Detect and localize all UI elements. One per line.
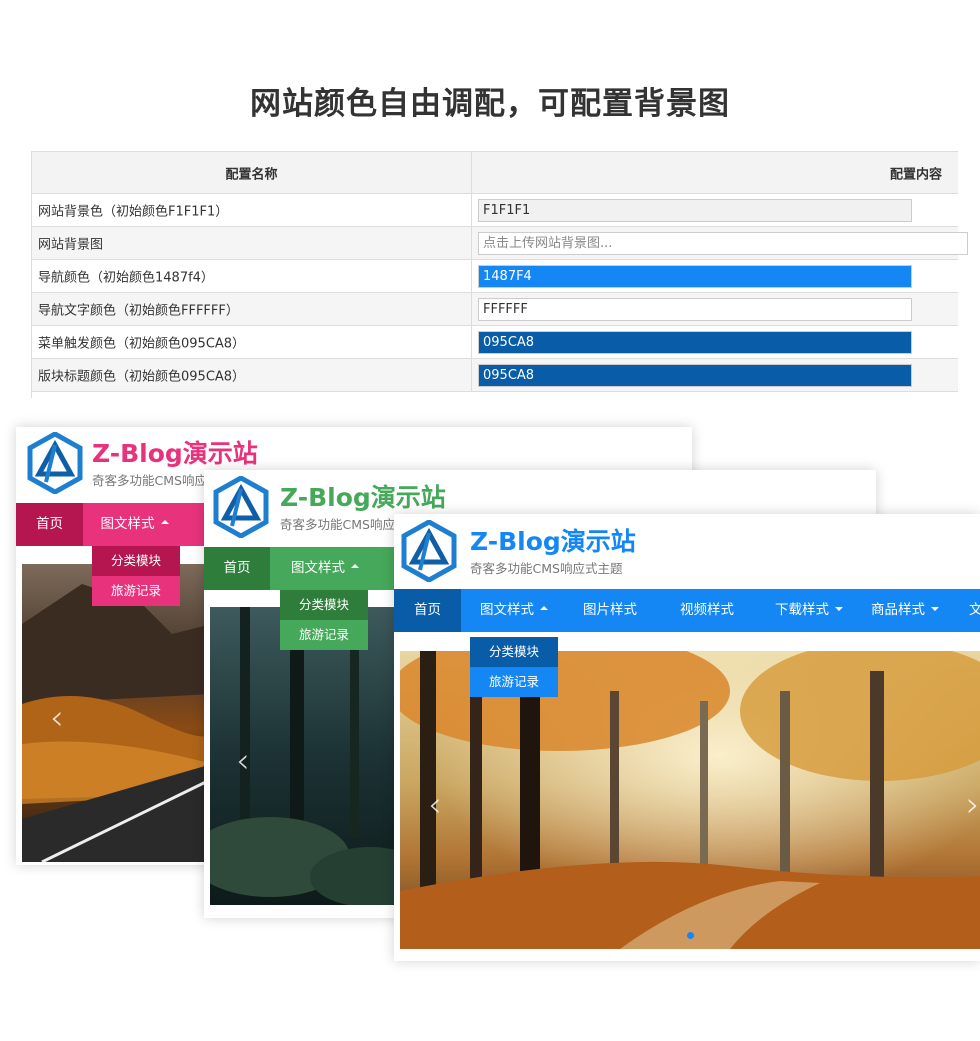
- nav-product-style[interactable]: 商品样式: [857, 589, 953, 632]
- config-label: 菜单触发颜色（初始颜色095CA8）: [38, 336, 246, 352]
- col-value-header: 配置内容: [889, 167, 942, 182]
- slide-image: ‹: [210, 607, 400, 905]
- background-image-upload-field[interactable]: 点击上传网站背景图...: [478, 232, 968, 255]
- nav-more[interactable]: 文: [953, 589, 980, 632]
- headline: 网站颜色自由调配，可配置背景图: [250, 86, 730, 122]
- caret-up-icon: [160, 520, 169, 524]
- dropdown-item-category[interactable]: 分类模块: [470, 637, 558, 667]
- config-row: 菜单触发颜色（初始颜色095CA8） 095CA8: [32, 326, 958, 359]
- config-table-header: 配置名称 配置内容: [32, 152, 958, 194]
- dropdown-item-travel[interactable]: 旅游记录: [470, 667, 558, 697]
- prev-arrow-icon[interactable]: ‹: [236, 741, 250, 781]
- color-value-field[interactable]: F1F1F1: [478, 199, 912, 222]
- slide-image: ‹: [22, 564, 212, 862]
- dropdown-menu: 分类模块 旅游记录: [470, 637, 558, 697]
- config-label: 导航文字颜色（初始颜色FFFFFF）: [38, 303, 239, 319]
- site-subtitle: 奇客多功能CMS响应式主题: [470, 561, 623, 576]
- caret-up-icon: [351, 564, 359, 568]
- caret-down-icon: [835, 607, 843, 611]
- dropdown-item-travel[interactable]: 旅游记录: [280, 620, 368, 650]
- config-label: 版块标题颜色（初始颜色095CA8）: [38, 369, 246, 385]
- config-row: 网站背景图 点击上传网站背景图...: [32, 227, 968, 260]
- next-arrow-icon[interactable]: ›: [966, 785, 980, 825]
- nav-home[interactable]: 首页: [204, 547, 270, 590]
- config-table: 配置名称 配置内容 网站背景色（初始颜色F1F1F1） F1F1F1 网站背景图 点击…: [31, 151, 968, 398]
- config-row: 网站背景色（初始颜色F1F1F1） F1F1F1: [32, 194, 958, 227]
- nav-graphic-style[interactable]: 图文样式: [270, 547, 380, 590]
- prev-arrow-icon[interactable]: ‹: [428, 785, 442, 825]
- config-label: 导航颜色（初始颜色1487f4）: [38, 270, 214, 286]
- config-row: 导航颜色（初始颜色1487f4） 1487F4: [32, 260, 958, 293]
- dropdown-menu: 分类模块 旅游记录: [92, 546, 180, 606]
- site-title[interactable]: Z-Blog演示站: [280, 478, 446, 514]
- nav-video-style[interactable]: 视频样式: [653, 589, 761, 632]
- nav-image-style[interactable]: 图片样式: [567, 589, 653, 632]
- site-logo-icon: [401, 520, 457, 582]
- config-label: 网站背景图: [38, 237, 104, 253]
- site-title[interactable]: Z-Blog演示站: [470, 522, 636, 558]
- dropdown-menu: 分类模块 旅游记录: [280, 590, 368, 650]
- config-row: 导航文字颜色（初始颜色FFFFFF） FFFFFF: [32, 293, 958, 326]
- col-name-header: 配置名称: [225, 167, 278, 182]
- site-subtitle: 奇客多功能CMS响应: [280, 517, 395, 532]
- slide-indicator-dot[interactable]: [687, 932, 694, 939]
- caret-down-icon: [931, 607, 939, 611]
- color-value-field[interactable]: FFFFFF: [478, 298, 912, 321]
- nav-graphic-style[interactable]: 图文样式: [83, 503, 186, 546]
- color-value-field[interactable]: 095CA8: [478, 331, 912, 354]
- site-logo-icon: [27, 432, 83, 494]
- demo-panel-blue: Z-Blog演示站 奇客多功能CMS响应式主题 首页 图文样式 图片样式 视频样…: [394, 514, 980, 961]
- config-row: 版块标题颜色（初始颜色095CA8） 095CA8: [32, 359, 958, 392]
- dropdown-item-category[interactable]: 分类模块: [92, 546, 180, 576]
- prev-arrow-icon[interactable]: ‹: [50, 698, 64, 738]
- caret-up-icon: [540, 606, 548, 610]
- site-title[interactable]: Z-Blog演示站: [92, 434, 258, 470]
- config-label: 网站背景色（初始颜色F1F1F1）: [38, 204, 229, 220]
- nav-bar: 首页 图文样式 图片样式 视频样式 下载样式 商品样式 文: [394, 589, 980, 632]
- dropdown-item-travel[interactable]: 旅游记录: [92, 576, 180, 606]
- color-value-field[interactable]: 1487F4: [478, 265, 912, 288]
- nav-home[interactable]: 首页: [394, 589, 461, 632]
- nav-graphic-style[interactable]: 图文样式: [461, 589, 567, 632]
- site-subtitle: 奇客多功能CMS响应: [92, 473, 207, 488]
- dropdown-item-category[interactable]: 分类模块: [280, 590, 368, 620]
- nav-download-style[interactable]: 下载样式: [761, 589, 857, 632]
- nav-home[interactable]: 首页: [16, 503, 83, 546]
- site-logo-icon: [213, 476, 269, 538]
- color-value-field[interactable]: 095CA8: [478, 364, 912, 387]
